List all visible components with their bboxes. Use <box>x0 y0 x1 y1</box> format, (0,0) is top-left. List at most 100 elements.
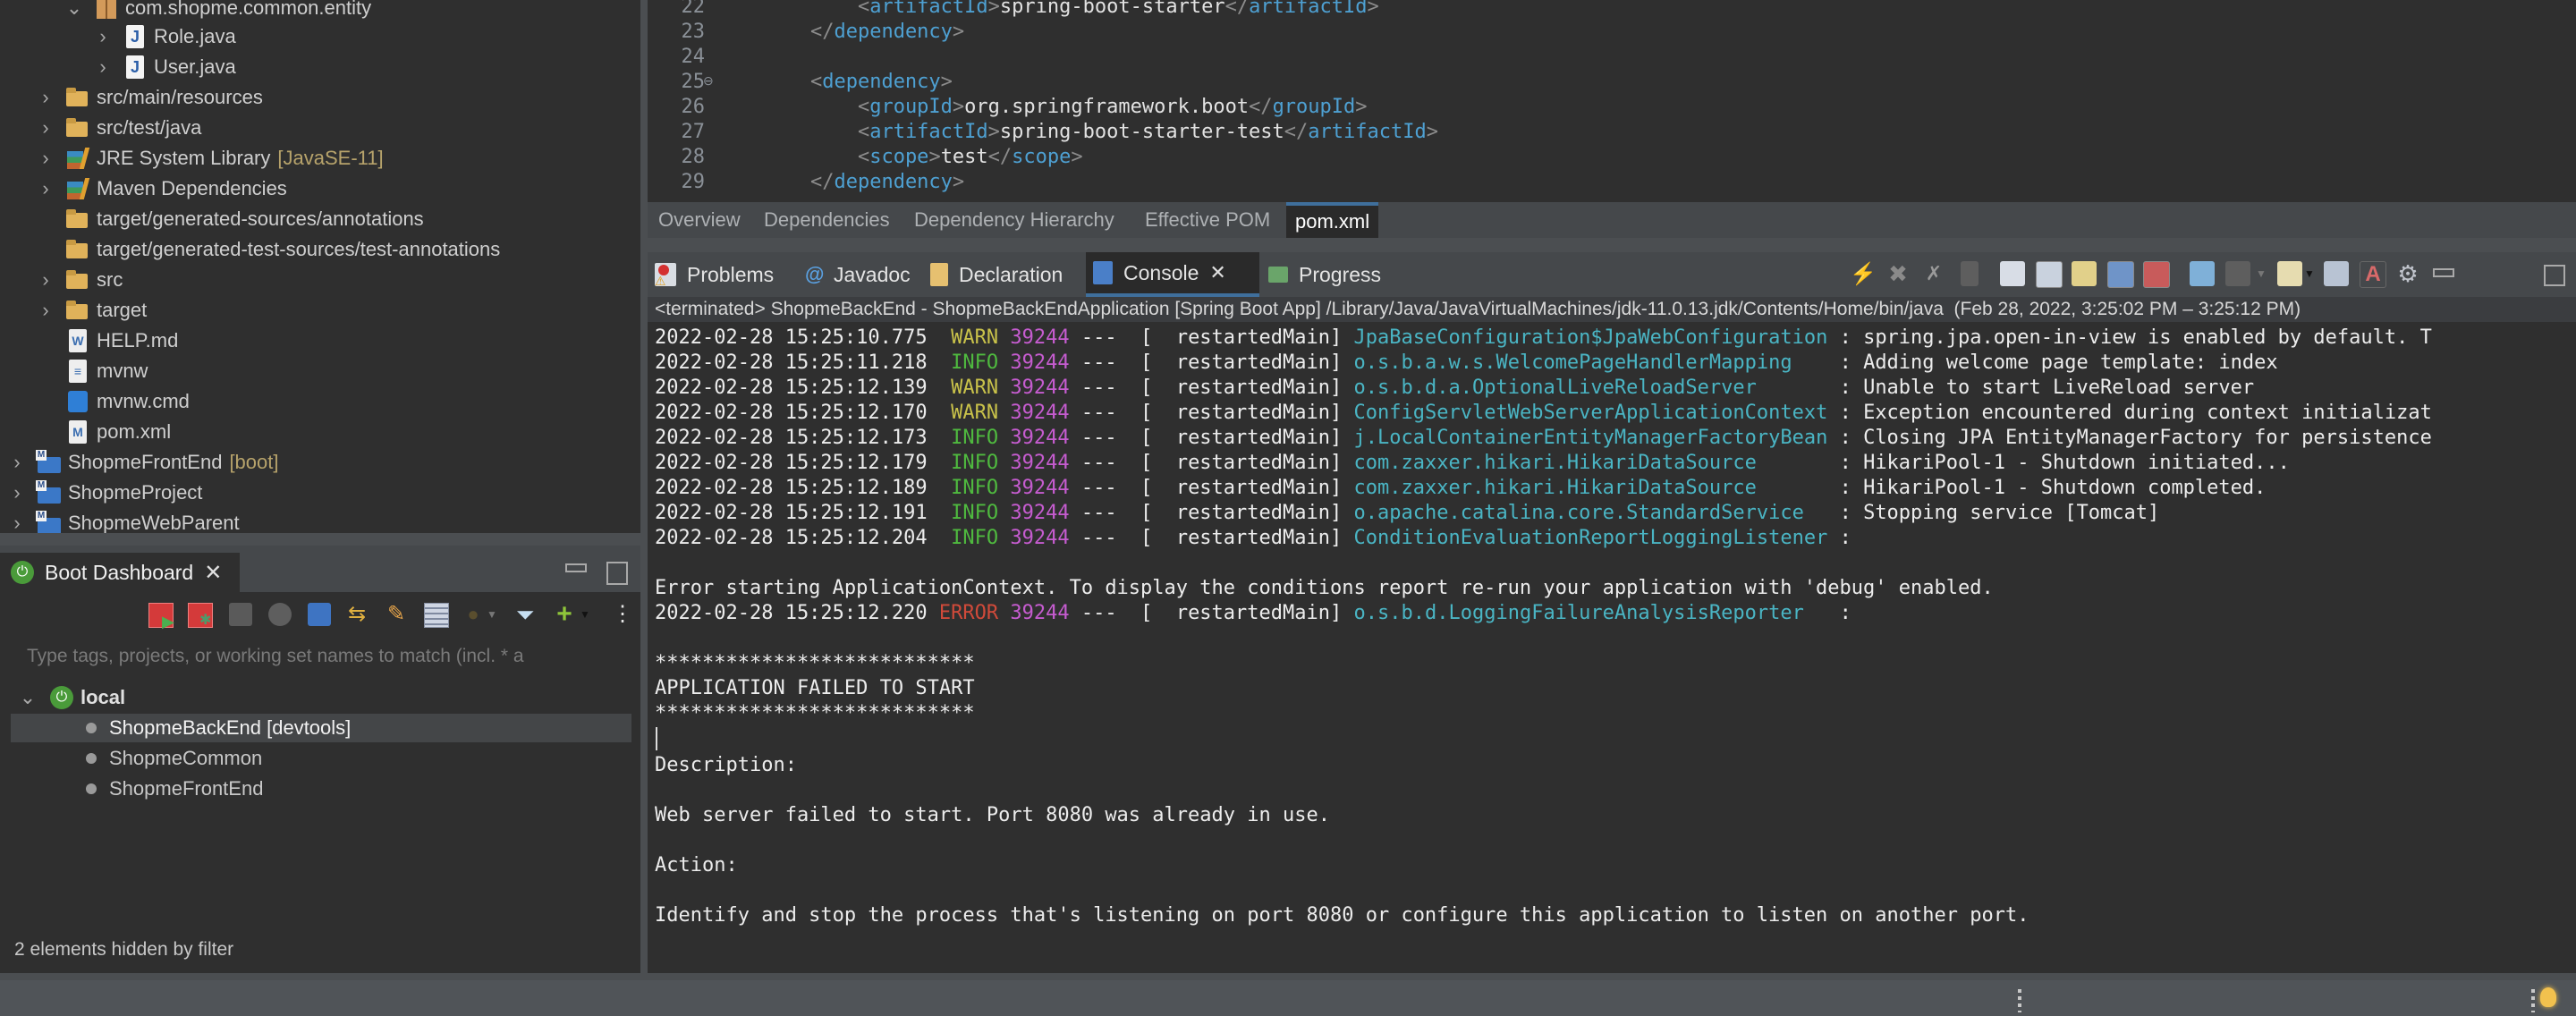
declaration-icon <box>930 263 948 286</box>
tree-item-file[interactable]: › User.java <box>93 52 236 82</box>
open-browser-icon[interactable] <box>268 603 292 626</box>
tree-item-folder[interactable]: › target <box>36 295 147 326</box>
stars-divider: *************************** <box>655 702 975 724</box>
chevron-right-icon[interactable]: › <box>36 295 55 326</box>
chevron-down-icon[interactable]: ⌄ <box>64 0 84 23</box>
chevron-right-icon[interactable]: › <box>36 82 55 113</box>
tab-console[interactable]: Console ✕ <box>1086 252 1259 297</box>
maximize-icon[interactable] <box>606 562 628 585</box>
chevron-right-icon[interactable]: › <box>36 174 55 204</box>
tab-progress[interactable]: Progress <box>1268 252 1381 297</box>
show-console-on-stdout-icon[interactable] <box>2107 261 2134 288</box>
pin-console-icon[interactable] <box>2190 261 2215 286</box>
tab-pom-xml[interactable]: pom.xml <box>1286 202 1379 238</box>
boot-app-item[interactable]: ShopmeCommon <box>11 744 262 773</box>
chevron-right-icon[interactable]: › <box>7 447 27 478</box>
console-output[interactable]: 2022-02-28 15:25:10.775 WARN 39244 --- [… <box>648 322 2576 973</box>
java-file-icon <box>122 55 148 80</box>
tab-overview[interactable]: Overview <box>658 202 741 238</box>
chevron-right-icon[interactable]: › <box>36 143 55 174</box>
tab-effective-pom[interactable]: Effective POM <box>1145 202 1270 238</box>
lightbulb-icon[interactable]: ● <box>462 603 485 626</box>
edit-pencil-icon[interactable]: ✎ <box>385 603 408 626</box>
status-separator-handle[interactable] <box>2018 989 2021 1012</box>
close-icon[interactable]: ✕ <box>1209 261 1225 284</box>
tree-item-folder[interactable]: › src/test/java <box>36 113 201 143</box>
spring-boot-icon <box>11 561 34 584</box>
dropdown-arrow-icon[interactable]: ▼ <box>2256 261 2267 286</box>
tab-declaration[interactable]: Declaration <box>930 252 1063 297</box>
terminate-icon[interactable]: ✖ <box>1885 261 1911 286</box>
chevron-right-icon[interactable]: › <box>93 21 113 52</box>
tree-item-file[interactable]: pom.xml <box>36 417 171 447</box>
tree-item-package[interactable]: ⌄ com.shopme.common.entity <box>64 0 371 23</box>
boot-group-local[interactable]: ⌄ local <box>18 683 125 712</box>
word-wrap-icon[interactable] <box>2072 261 2097 286</box>
view-menu-icon[interactable]: ⋮ <box>612 603 633 626</box>
tab-boot-dashboard[interactable]: Boot Dashboard ✕ <box>0 553 240 592</box>
stop-icon[interactable] <box>1961 261 1979 286</box>
tree-item-file[interactable]: › Role.java <box>93 21 236 52</box>
tree-item-file[interactable]: mvnw.cmd <box>36 386 190 417</box>
chevron-down-icon[interactable]: ⌄ <box>18 683 38 712</box>
filter-icon[interactable]: ⏷ <box>513 603 537 626</box>
minimize-icon[interactable] <box>2433 268 2454 277</box>
dropdown-arrow-icon[interactable]: ▼ <box>487 603 497 626</box>
chevron-right-icon[interactable]: › <box>7 508 27 533</box>
clear-console-icon[interactable] <box>2000 261 2025 286</box>
tree-item-project[interactable]: › ShopmeFrontEnd [boot] <box>7 447 278 478</box>
console-icon <box>1093 261 1113 284</box>
debug-restart-icon[interactable]: ✱ <box>188 603 213 628</box>
chevron-right-icon[interactable]: › <box>93 52 113 82</box>
gear-icon[interactable]: ⚙ <box>2395 261 2420 286</box>
dropdown-arrow-icon[interactable]: ▼ <box>580 603 590 626</box>
minimize-icon[interactable] <box>565 563 587 572</box>
tree-item-file[interactable]: HELP.md <box>36 326 178 356</box>
tree-item-file[interactable]: mvnw <box>36 356 148 386</box>
swap-icon[interactable]: ⇆ <box>345 603 369 626</box>
tree-item-folder[interactable]: › src <box>36 265 123 295</box>
tree-item-folder[interactable]: target/generated-test-sources/test-annot… <box>36 234 500 265</box>
show-console-on-stderr-icon[interactable] <box>2143 261 2170 288</box>
fold-collapse-icon[interactable]: ⊖ <box>703 73 714 89</box>
log-line: 2022-02-28 15:25:12.179 INFO 39244 --- [… <box>655 452 2290 474</box>
console-icon[interactable] <box>308 603 331 626</box>
chevron-right-icon[interactable]: › <box>7 478 27 508</box>
open-console-icon[interactable] <box>2277 261 2302 286</box>
add-icon[interactable]: + <box>553 601 576 628</box>
sash-divider[interactable] <box>640 0 648 1016</box>
boot-app-item[interactable]: ShopmeFrontEnd <box>11 775 263 803</box>
chevron-right-icon[interactable]: › <box>36 113 55 143</box>
disconnect-icon[interactable]: ⚡ <box>1850 261 1877 286</box>
tree-item-folder[interactable]: › src/main/resources <box>36 82 263 113</box>
close-icon[interactable]: ✕ <box>204 560 222 586</box>
tab-dependency-hierarchy[interactable]: Dependency Hierarchy <box>914 202 1114 238</box>
boot-dashboard-toolbar: ▶ ✱ ⇆ ✎ ● ▼ ⏷ + ▼ ⋮ <box>0 592 640 637</box>
tree-item-folder[interactable]: target/generated-sources/annotations <box>36 204 424 234</box>
tab-problems[interactable]: ⚠ Problems <box>655 252 774 297</box>
status-separator-handle[interactable] <box>2531 989 2535 1012</box>
table-icon[interactable] <box>424 603 449 628</box>
tab-javadoc[interactable]: @ Javadoc <box>805 252 911 297</box>
restart-icon[interactable]: ▶ <box>148 603 174 631</box>
problems-icon: ⚠ <box>655 263 676 288</box>
stop-icon[interactable] <box>229 603 252 626</box>
code-line: 29 </dependency> <box>681 171 965 193</box>
maximize-icon[interactable] <box>2544 265 2565 286</box>
scroll-lock-icon[interactable] <box>2036 261 2063 288</box>
ansi-color-icon[interactable]: A <box>2360 261 2386 288</box>
filter-input[interactable]: Type tags, projects, or working set name… <box>27 646 524 667</box>
remove-all-terminated-icon[interactable]: ✗ <box>1921 261 1946 286</box>
copy-icon[interactable] <box>2324 261 2349 286</box>
pom-xml-editor[interactable]: 22 <artifactId>spring-boot-starter</arti… <box>648 0 2576 202</box>
display-selected-console-icon[interactable] <box>2225 261 2250 286</box>
chevron-right-icon[interactable]: › <box>36 265 55 295</box>
lightbulb-icon[interactable] <box>2540 987 2556 1007</box>
tree-item-project[interactable]: › ShopmeProject <box>7 478 202 508</box>
tree-item-library[interactable]: › JRE System Library [JavaSE-11] <box>36 143 384 174</box>
tree-item-project[interactable]: › ShopmeWebParent <box>7 508 240 533</box>
dropdown-arrow-icon[interactable]: ▼ <box>2304 261 2315 286</box>
tab-dependencies[interactable]: Dependencies <box>764 202 890 238</box>
tree-item-library[interactable]: › Maven Dependencies <box>36 174 287 204</box>
boot-app-item[interactable]: ShopmeBackEnd [devtools] <box>11 714 631 742</box>
